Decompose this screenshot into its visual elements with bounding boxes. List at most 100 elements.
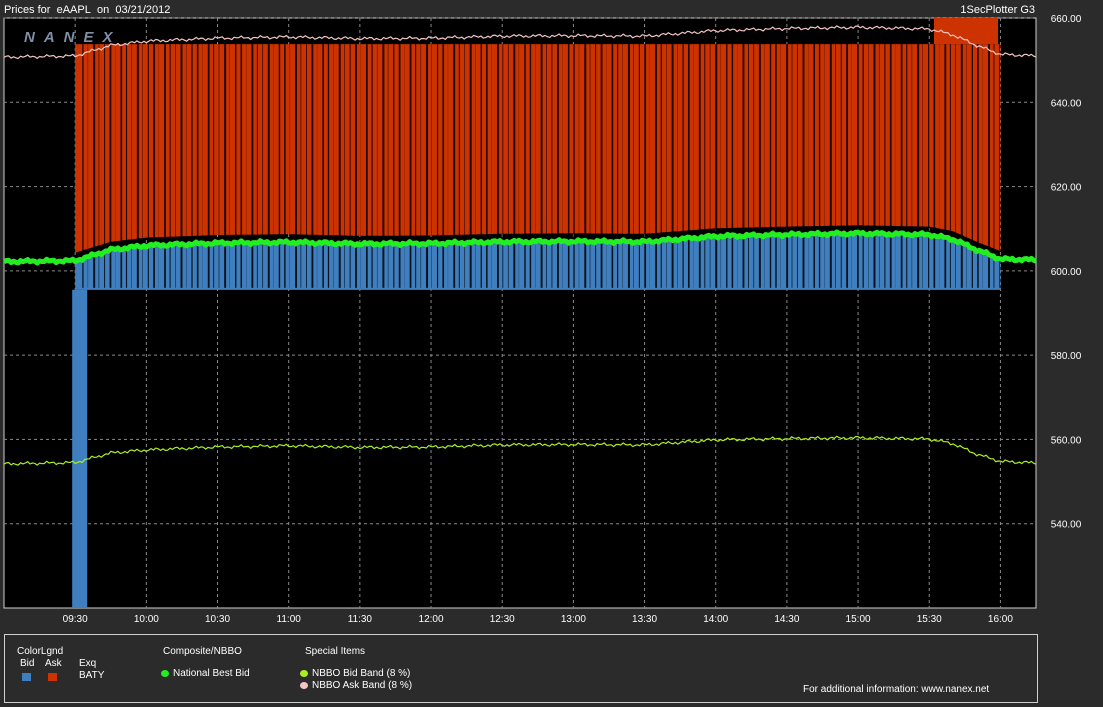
x-tick-label: 14:00 — [703, 614, 728, 625]
quote-gap — [529, 44, 532, 288]
quote-gap — [747, 44, 749, 288]
y-tick-label: 660.00 — [1051, 14, 1082, 25]
bid-legend-label: Bid — [20, 658, 35, 669]
quote-gap — [960, 44, 963, 288]
x-tick-label: 12:30 — [490, 614, 515, 625]
quote-gap — [655, 44, 657, 288]
bid-band-dot — [300, 669, 308, 677]
quote-gap — [507, 44, 509, 288]
quote-gap — [180, 44, 183, 288]
quote-gap — [453, 44, 456, 288]
x-tick-label: 11:00 — [277, 614, 302, 625]
y-tick-label: 600.00 — [1051, 267, 1082, 278]
quote-gap — [573, 44, 575, 288]
quote-gap — [769, 44, 772, 288]
quote-gap — [857, 44, 859, 288]
quote-gap — [731, 44, 734, 288]
quote-gap — [295, 44, 298, 288]
quote-gap — [557, 44, 559, 288]
ask-swatch — [48, 673, 57, 681]
x-tick-label: 10:00 — [134, 614, 159, 625]
quote-gap — [846, 44, 849, 288]
quote-gap — [344, 44, 345, 288]
x-tick-label: 13:30 — [632, 614, 657, 625]
quote-gap — [327, 44, 330, 288]
color-legend-title: ColorLgnd — [17, 646, 64, 657]
nbb-dot — [161, 669, 169, 677]
quote-gap — [704, 44, 706, 288]
quote-gap — [136, 44, 139, 288]
quote-gap — [829, 44, 832, 288]
quote-gap — [818, 44, 821, 288]
quote-gap — [355, 44, 357, 288]
quote-gap — [933, 44, 936, 288]
x-tick-label: 15:30 — [917, 614, 942, 625]
y-tick-label: 640.00 — [1051, 98, 1082, 109]
quote-gap — [496, 44, 499, 288]
quote-gap — [436, 44, 439, 288]
quote-gap — [262, 44, 264, 288]
quote-gap — [873, 44, 876, 288]
quote-gap — [338, 44, 341, 288]
quote-gap — [486, 44, 488, 288]
quote-gap — [775, 44, 777, 288]
quote-gap — [306, 44, 307, 288]
quote-gap — [546, 44, 547, 288]
quote-gap — [786, 44, 789, 288]
quote-gap — [802, 44, 805, 288]
quote-gap — [589, 44, 591, 288]
quote-gap — [900, 44, 903, 288]
quote-gap — [835, 44, 836, 288]
quote-gap — [218, 44, 220, 288]
quote-gap — [551, 44, 553, 288]
nbb-legend-label: National Best Bid — [173, 668, 250, 679]
x-tick-label: 13:00 — [561, 614, 586, 625]
quote-gap — [840, 44, 842, 288]
quote-gap — [998, 44, 1000, 288]
quote-gap — [753, 44, 755, 288]
exchange-label: BATY — [79, 670, 105, 681]
quote-gap — [207, 44, 210, 288]
quote-gap — [917, 44, 920, 288]
quote-gap — [213, 44, 215, 288]
x-tick-label: 11:30 — [348, 614, 373, 625]
quote-gap — [638, 44, 640, 288]
quote-gap — [322, 44, 324, 288]
x-tick-label: 14:30 — [774, 614, 799, 625]
quote-gap — [660, 44, 662, 288]
quote-gap — [393, 44, 395, 288]
quote-gap — [567, 44, 570, 288]
quote-gap — [164, 44, 166, 288]
y-tick-label: 560.00 — [1051, 435, 1082, 446]
quote-gap — [862, 44, 864, 288]
quote-gap — [147, 44, 149, 288]
quote-gap — [169, 44, 171, 288]
quote-gap — [480, 44, 482, 288]
quote-gap — [256, 44, 258, 288]
quote-gap — [971, 44, 973, 288]
quote-gap — [426, 44, 429, 288]
bid-band-legend-item: NBBO Bid Band (8 %) — [300, 668, 410, 679]
quote-gap — [409, 44, 412, 288]
ask-band-dot — [300, 681, 308, 689]
bid-band-legend-label: NBBO Bid Band (8 %) — [312, 668, 411, 679]
quote-gap — [993, 44, 995, 288]
exq-legend-label: Exq — [79, 658, 97, 669]
quote-gap — [458, 44, 460, 288]
quote-gap — [235, 44, 237, 288]
quote-gap — [382, 44, 385, 288]
quote-gap — [928, 44, 930, 288]
quote-gap — [813, 44, 815, 288]
quote-gap — [955, 44, 956, 288]
quote-gap — [464, 44, 465, 288]
quote-gap — [153, 44, 155, 288]
nbb-legend-item: National Best Bid — [161, 668, 250, 679]
quote-gap — [278, 44, 281, 288]
quote-gap — [284, 44, 286, 288]
composite-title: Composite/NBBO — [163, 646, 242, 657]
quote-gap — [617, 44, 619, 288]
quote-gap — [758, 44, 761, 288]
ask-band-legend-item: NBBO Ask Band (8 %) — [300, 680, 412, 691]
quote-gap — [502, 44, 504, 288]
quote-gap — [726, 44, 728, 288]
